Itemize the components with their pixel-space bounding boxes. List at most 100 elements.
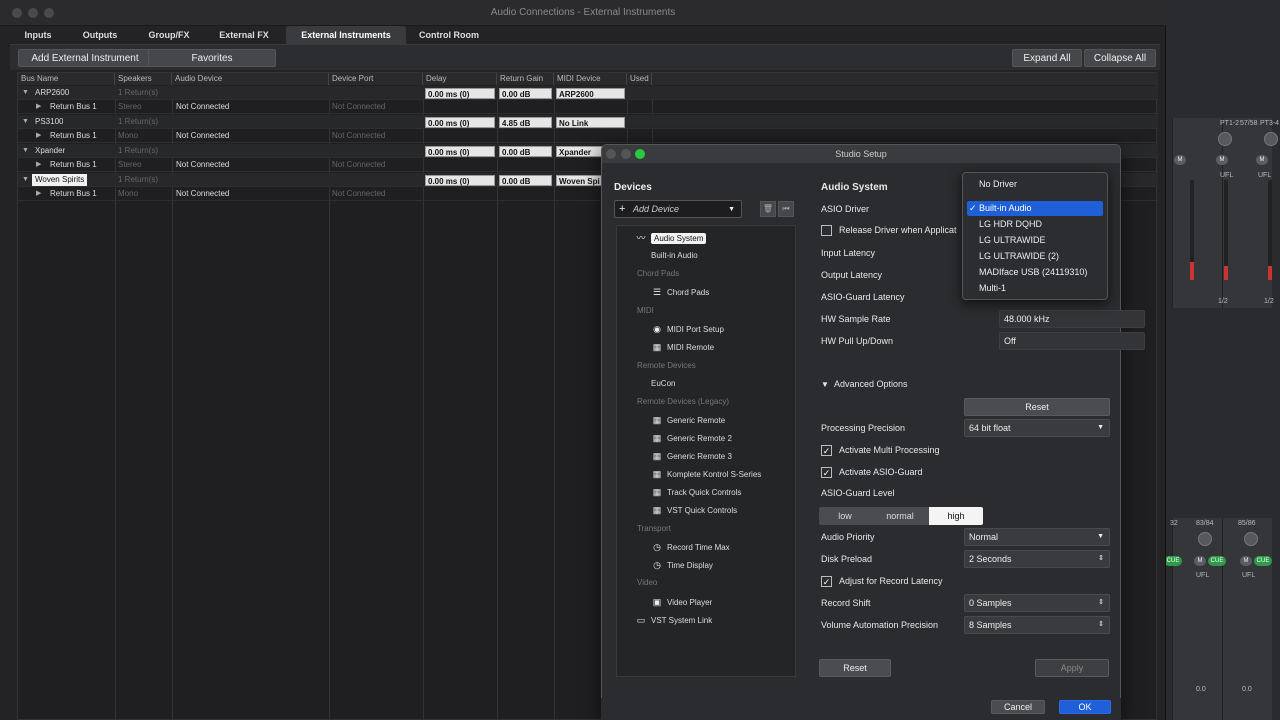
- tab-external-fx[interactable]: External FX: [210, 26, 278, 44]
- collapse-triangle-icon[interactable]: ▼: [22, 173, 29, 187]
- return-gain-value[interactable]: 0.00 dB: [499, 146, 552, 157]
- trash-icon[interactable]: 🗑: [760, 201, 776, 217]
- column-header[interactable]: Delay: [423, 73, 497, 85]
- tree-item-vst-quick-controls[interactable]: ▦ VST Quick Controls: [651, 503, 737, 517]
- release-driver-checkbox[interactable]: [821, 225, 832, 236]
- tree-item-komplete-kontrol[interactable]: ▦ Komplete Kontrol S-Series: [651, 467, 762, 481]
- delay-value[interactable]: 0.00 ms (0): [425, 175, 495, 186]
- return-gain-value[interactable]: 0.00 dB: [499, 88, 552, 99]
- cue-button[interactable]: CUE: [1208, 556, 1226, 566]
- multi-processing-checkbox[interactable]: ✓: [821, 445, 832, 456]
- device-port-value[interactable]: Not Connected: [329, 158, 385, 172]
- collapse-triangle-icon[interactable]: ▼: [22, 86, 29, 100]
- tab-outputs[interactable]: Outputs: [72, 26, 128, 44]
- pan-knob[interactable]: [1264, 132, 1278, 146]
- volume-automation-stepper[interactable]: 8 Samples ⇕: [964, 616, 1110, 634]
- minimize-dialog-button[interactable]: [621, 149, 631, 159]
- mute-button[interactable]: M: [1194, 556, 1206, 566]
- disk-preload-stepper[interactable]: 2 Seconds ⇕: [964, 550, 1110, 568]
- expand-triangle-icon[interactable]: ▶: [36, 158, 41, 172]
- dropdown-item-madiface-usb[interactable]: MADIface USB (24119310): [967, 265, 1103, 280]
- adjust-latency-checkbox[interactable]: ✓: [821, 576, 832, 587]
- ok-button[interactable]: OK: [1059, 700, 1111, 714]
- reset-button[interactable]: Reset: [819, 659, 891, 677]
- record-shift-stepper[interactable]: 0 Samples ⇕: [964, 594, 1110, 612]
- collapse-all-button[interactable]: Collapse All: [1084, 49, 1156, 67]
- tree-item-track-quick-controls[interactable]: ▦ Track Quick Controls: [651, 485, 742, 499]
- dropdown-item-multi-1[interactable]: Multi-1: [967, 281, 1103, 296]
- audio-device-value[interactable]: Not Connected: [173, 129, 229, 143]
- dropdown-item-lg-hdr-dqhd[interactable]: LG HDR DQHD: [967, 217, 1103, 232]
- add-device-dropdown[interactable]: + Add Device ▼: [614, 200, 742, 218]
- column-header[interactable]: Audio Device: [172, 73, 329, 85]
- apply-button[interactable]: Apply: [1035, 659, 1109, 677]
- zoom-window-button[interactable]: [44, 8, 54, 18]
- tree-item-record-time-max[interactable]: ◷ Record Time Max: [651, 540, 730, 554]
- minimize-window-button[interactable]: [28, 8, 38, 18]
- dropdown-item-lg-ultrawide[interactable]: LG ULTRAWIDE: [967, 233, 1103, 248]
- pan-knob[interactable]: [1198, 532, 1212, 546]
- mute-button[interactable]: M: [1240, 556, 1252, 566]
- tree-item-midi-remote[interactable]: ▦ MIDI Remote: [651, 340, 714, 354]
- device-port-value[interactable]: Not Connected: [329, 187, 385, 201]
- tab-external-instruments[interactable]: External Instruments: [286, 26, 406, 44]
- level-normal-option[interactable]: normal: [871, 507, 929, 525]
- dropdown-item-no-driver[interactable]: No Driver: [967, 177, 1103, 192]
- dropdown-item-built-in-audio[interactable]: ✓ Built-in Audio: [967, 201, 1103, 216]
- table-row[interactable]: ▶ Return Bus 1 Stereo Not Connected Not …: [18, 100, 1158, 114]
- zoom-dialog-button[interactable]: [635, 149, 645, 159]
- tree-item-video-player[interactable]: ▣ Video Player: [651, 595, 712, 609]
- audio-device-value[interactable]: Not Connected: [173, 100, 229, 114]
- column-header[interactable]: Used: [627, 73, 652, 85]
- audio-priority-select[interactable]: Normal ▼: [964, 528, 1110, 546]
- tab-control-room[interactable]: Control Room: [410, 26, 488, 44]
- tree-item-chord-pads[interactable]: ☰ Chord Pads: [651, 285, 709, 299]
- expand-triangle-icon[interactable]: ▶: [36, 187, 41, 201]
- reset-advanced-button[interactable]: Reset: [964, 398, 1110, 416]
- cancel-button[interactable]: Cancel: [991, 700, 1045, 714]
- asio-guard-checkbox[interactable]: ✓: [821, 467, 832, 478]
- cue-button[interactable]: CUE: [1254, 556, 1272, 566]
- expand-triangle-icon[interactable]: ▶: [36, 100, 41, 114]
- midi-device-value[interactable]: No Link: [556, 117, 625, 128]
- column-header[interactable]: Device Port: [329, 73, 423, 85]
- mute-button[interactable]: M: [1216, 155, 1228, 165]
- column-header[interactable]: Return Gain: [497, 73, 554, 85]
- level-low-option[interactable]: low: [819, 507, 871, 525]
- cue-button[interactable]: CUE: [1164, 556, 1182, 566]
- close-dialog-button[interactable]: [606, 149, 616, 159]
- column-header[interactable]: Bus Name: [18, 73, 115, 85]
- advanced-options-toggle[interactable]: ▼ Advanced Options: [821, 379, 907, 389]
- expand-triangle-icon[interactable]: ▶: [36, 129, 41, 143]
- tab-inputs[interactable]: Inputs: [10, 26, 66, 44]
- delay-value[interactable]: 0.00 ms (0): [425, 146, 495, 157]
- tree-item-time-display[interactable]: ◷ Time Display: [651, 558, 713, 572]
- device-port-value[interactable]: Not Connected: [329, 100, 385, 114]
- audio-device-value[interactable]: Not Connected: [173, 187, 229, 201]
- tree-item-midi-port-setup[interactable]: ◉ MIDI Port Setup: [651, 322, 724, 336]
- collapse-triangle-icon[interactable]: ▼: [22, 115, 29, 129]
- bus-name-editing[interactable]: Woven Spirits: [32, 174, 88, 186]
- dropdown-item-lg-ultrawide-2[interactable]: LG ULTRAWIDE (2): [967, 249, 1103, 264]
- close-window-button[interactable]: [12, 8, 22, 18]
- tree-item-generic-remote-2[interactable]: ▦ Generic Remote 2: [651, 431, 732, 445]
- tree-item-generic-remote[interactable]: ▦ Generic Remote: [651, 413, 726, 427]
- mute-button[interactable]: M: [1174, 155, 1186, 165]
- tree-item-vst-system-link[interactable]: ▭ VST System Link: [635, 613, 712, 627]
- tree-item-eucon[interactable]: EuCon: [651, 377, 675, 391]
- tab-group-fx[interactable]: Group/FX: [138, 26, 200, 44]
- return-gain-value[interactable]: 0.00 dB: [499, 175, 552, 186]
- expand-all-button[interactable]: Expand All: [1012, 49, 1082, 67]
- table-row[interactable]: ▶ Return Bus 1 Mono Not Connected Not Co…: [18, 129, 1158, 143]
- tree-item-generic-remote-3[interactable]: ▦ Generic Remote 3: [651, 449, 732, 463]
- collapse-triangle-icon[interactable]: ▼: [22, 144, 29, 158]
- column-header[interactable]: MIDI Device: [554, 73, 627, 85]
- return-gain-value[interactable]: 4.85 dB: [499, 117, 552, 128]
- column-header[interactable]: Speakers: [115, 73, 172, 85]
- audio-device-value[interactable]: Not Connected: [173, 158, 229, 172]
- reset-device-icon[interactable]: ⏮: [778, 201, 794, 217]
- midi-device-value[interactable]: ARP2600: [556, 88, 625, 99]
- pan-knob[interactable]: [1218, 132, 1232, 146]
- add-external-instrument-button[interactable]: Add External Instrument: [18, 49, 152, 67]
- favorites-button[interactable]: Favorites: [148, 49, 276, 67]
